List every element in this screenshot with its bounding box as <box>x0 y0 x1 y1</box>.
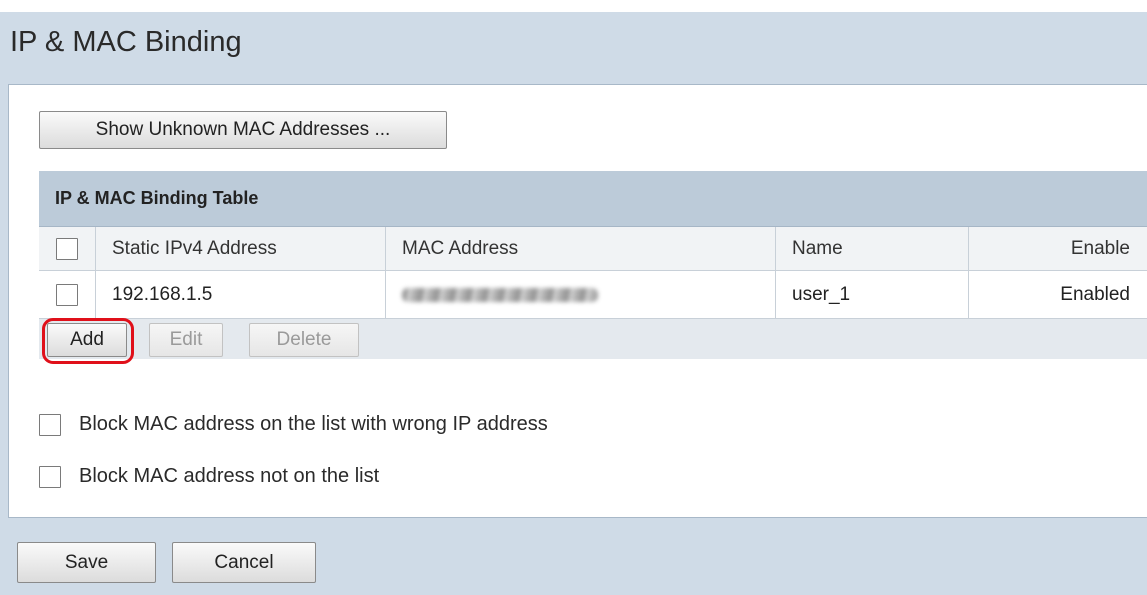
show-unknown-mac-button[interactable]: Show Unknown MAC Addresses ... <box>39 111 447 149</box>
table-row[interactable]: 192.168.1.5 user_1 Enabled <box>39 271 1147 319</box>
page-background: IP & MAC Binding Show Unknown MAC Addres… <box>0 12 1147 595</box>
binding-panel: Show Unknown MAC Addresses ... IP & MAC … <box>8 84 1147 518</box>
header-check-cell <box>39 227 96 270</box>
mac-address-blurred <box>402 287 598 302</box>
table-actions: Add Edit Delete <box>39 318 1147 364</box>
column-header-name: Name <box>776 227 969 270</box>
row-ip: 192.168.1.5 <box>96 271 386 318</box>
block-wrong-ip-checkbox[interactable] <box>39 413 61 436</box>
table-header-row: Static IPv4 Address MAC Address Name Ena… <box>39 227 1147 271</box>
column-header-ip: Static IPv4 Address <box>96 227 386 270</box>
row-check-cell <box>39 271 96 318</box>
row-enable-status: Enabled <box>1060 283 1130 305</box>
binding-table: IP & MAC Binding Table Static IPv4 Addre… <box>39 171 1147 364</box>
column-header-mac: MAC Address <box>386 227 776 270</box>
block-not-listed-label: Block MAC address not on the list <box>79 465 380 487</box>
option-block-wrong-ip[interactable]: Block MAC address on the list with wrong… <box>39 413 548 436</box>
table-title: IP & MAC Binding Table <box>39 171 1147 227</box>
row-mac-cell <box>386 271 776 318</box>
select-all-checkbox[interactable] <box>56 237 78 260</box>
row-name: user_1 <box>776 271 969 318</box>
option-block-not-listed[interactable]: Block MAC address not on the list <box>39 465 379 488</box>
edit-button[interactable]: Edit <box>149 323 223 357</box>
cancel-button[interactable]: Cancel <box>172 542 316 583</box>
column-header-enable: Enable <box>1070 237 1130 259</box>
delete-button[interactable]: Delete <box>249 323 359 357</box>
page-title: IP & MAC Binding <box>10 26 242 58</box>
add-button[interactable]: Add <box>47 323 127 357</box>
block-not-listed-checkbox[interactable] <box>39 465 61 488</box>
save-button[interactable]: Save <box>17 542 156 583</box>
block-wrong-ip-label: Block MAC address on the list with wrong… <box>79 413 548 435</box>
row-checkbox[interactable] <box>56 283 78 306</box>
